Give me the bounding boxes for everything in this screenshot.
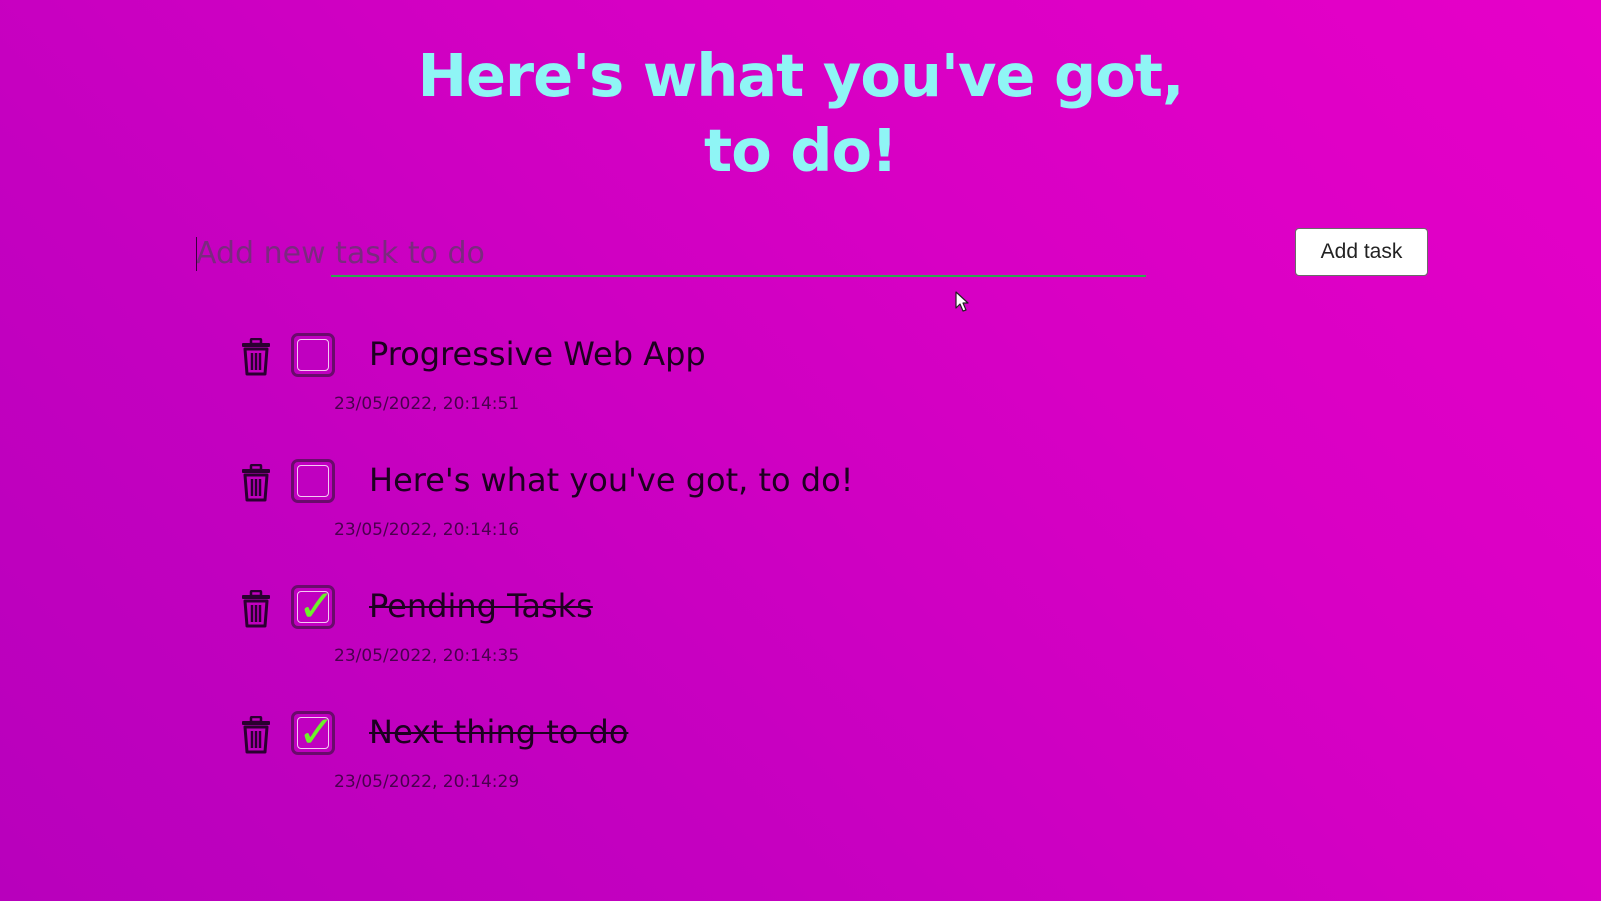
new-task-input[interactable] — [196, 228, 1151, 278]
task-checkbox[interactable]: ✓ — [291, 333, 335, 377]
task-timestamp: 23/05/2022, 20:14:29 — [334, 772, 520, 792]
task-timestamp: 23/05/2022, 20:14:35 — [334, 646, 520, 666]
task-item: ✓ Here's what you've got, to do! 23/05/2… — [240, 456, 1340, 582]
trash-icon[interactable] — [240, 464, 272, 502]
task-checkbox[interactable]: ✓ — [291, 581, 335, 632]
check-mark-icon: ✓ — [298, 707, 335, 758]
page-title: Here's what you've got, to do! — [0, 38, 1601, 188]
task-checkbox[interactable]: ✓ — [291, 707, 335, 758]
text-caret — [196, 237, 197, 271]
mouse-cursor-icon — [955, 291, 969, 312]
add-task-button[interactable]: Add task — [1295, 228, 1428, 276]
task-checkbox[interactable]: ✓ — [291, 459, 335, 503]
task-text: Pending Tasks — [369, 587, 593, 625]
task-timestamp: 23/05/2022, 20:14:16 — [334, 520, 520, 540]
page-title-line-2: to do! — [704, 116, 898, 185]
task-list: ✓ Progressive Web App 23/05/2022, 20:14:… — [240, 330, 1340, 834]
input-underline — [331, 275, 1146, 277]
task-text: Next thing to do — [369, 713, 629, 751]
task-text: Here's what you've got, to do! — [369, 461, 854, 499]
trash-icon[interactable] — [240, 590, 272, 628]
task-timestamp: 23/05/2022, 20:14:51 — [334, 394, 520, 414]
page-title-line-1: Here's what you've got, — [417, 41, 1185, 110]
trash-icon[interactable] — [240, 716, 272, 754]
task-text: Progressive Web App — [369, 335, 706, 373]
new-task-form: Add task — [196, 228, 1428, 280]
trash-icon[interactable] — [240, 338, 272, 376]
check-mark-icon: ✓ — [298, 581, 335, 632]
task-item: ✓ Pending Tasks 23/05/2022, 20:14:35 — [240, 582, 1340, 708]
task-item: ✓ Next thing to do 23/05/2022, 20:14:29 — [240, 708, 1340, 834]
task-item: ✓ Progressive Web App 23/05/2022, 20:14:… — [240, 330, 1340, 456]
